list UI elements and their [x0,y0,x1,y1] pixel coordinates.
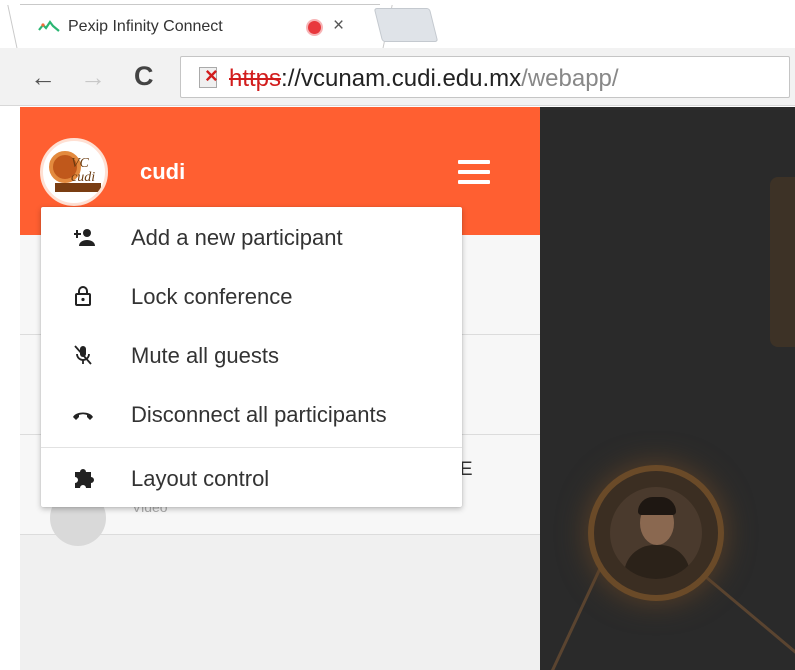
browser-tab[interactable]: Pexip Infinity Connect × [20,4,380,48]
url-separator: :// [281,65,302,92]
add-person-icon [71,225,95,249]
menu-item-label: Lock conference [131,284,293,309]
menu-item-label: Add a new participant [131,225,343,250]
url-path: /webapp/ [521,65,619,92]
new-tab-button[interactable] [373,8,439,42]
browser-window: Pexip Infinity Connect × ← → C × https:/… [0,0,795,670]
puzzle-icon [71,466,95,490]
reload-icon[interactable]: C [134,61,154,92]
insecure-page-icon[interactable]: × [199,63,223,89]
url-scheme: https [229,65,282,92]
participant-photo [610,487,702,579]
menu-item-label: Layout control [131,466,270,491]
address-bar[interactable]: × https://vcunam.cudi.edu.mx/webapp/ [180,56,790,98]
recording-indicator-icon [306,19,323,36]
url-text[interactable]: https://vcunam.cudi.edu.mx/webapp/ [229,65,619,93]
menu-item-label: Disconnect all participants [131,402,387,427]
mic-off-icon [71,343,95,367]
menu-item-layout-control[interactable]: Layout control [41,447,462,506]
url-host: vcunam.cudi.edu.mx [301,65,522,92]
conference-name: cudi [140,159,186,184]
menu-item-mute-guests[interactable]: Mute all guests [41,325,462,384]
video-shape [770,177,795,347]
tab-close-icon[interactable]: × [333,16,344,36]
pexip-favicon-icon [38,20,60,32]
browser-toolbar: ← → C × https://vcunam.cudi.edu.mx/webap… [0,48,795,106]
menu-item-label: Mute all guests [131,343,279,368]
menu-item-add-participant[interactable]: Add a new participant [41,207,462,266]
menu-item-lock-conference[interactable]: Lock conference [41,266,462,325]
participant-video-tile[interactable] [588,465,724,601]
lock-icon [71,284,95,308]
hang-up-icon [71,402,95,426]
forward-arrow-icon[interactable]: → [80,62,106,93]
tab-strip: Pexip Infinity Connect × [0,0,795,48]
hamburger-menu-icon[interactable] [458,160,490,184]
back-arrow-icon[interactable]: ← [30,62,56,93]
video-stage [540,107,795,670]
conference-avatar: VC cudi [40,138,108,206]
tab-title: Pexip Infinity Connect [68,18,223,35]
menu-item-disconnect-all[interactable]: Disconnect all participants [41,384,462,443]
conference-menu: Add a new participant Lock conference Mu… [41,207,462,507]
connector-line [547,567,602,670]
